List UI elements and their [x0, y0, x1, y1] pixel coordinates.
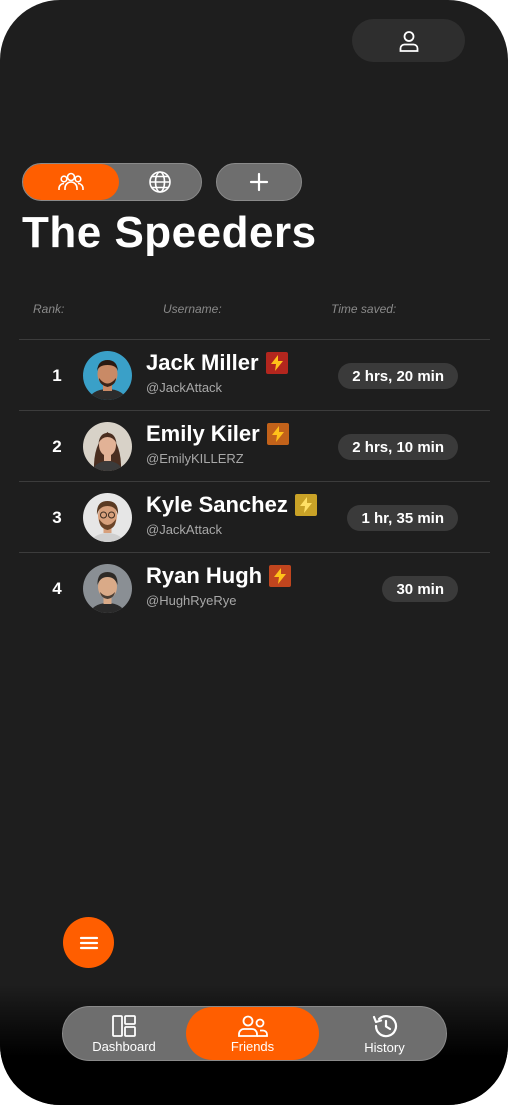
friends-scope-tab[interactable] — [23, 164, 119, 200]
lightning-badge-icon — [265, 352, 288, 374]
user-handle: @EmilyKILLERZ — [146, 451, 244, 466]
user-name: Kyle Sanchez — [146, 492, 288, 517]
bottom-navigation: Dashboard Friends History — [62, 1006, 447, 1061]
leaderboard-row[interactable]: 3 Kyle Sanchez @JackAttack 1 hr, 35 min — [19, 482, 490, 553]
nav-label: Friends — [230, 1038, 275, 1054]
lightning-badge-icon — [294, 494, 317, 516]
menu-icon — [79, 936, 98, 949]
user-name: Emily Kiler — [146, 421, 260, 446]
avatar — [83, 351, 132, 400]
dashboard-icon — [112, 1014, 136, 1037]
user-name-group: Emily Kiler — [146, 421, 289, 447]
rank-number: 2 — [52, 436, 62, 456]
username-column-header: Username: — [163, 302, 222, 316]
plus-icon — [249, 172, 269, 192]
avatar — [83, 564, 132, 613]
nav-label: Dashboard — [92, 1038, 156, 1054]
leaderboard-scope-toggle — [22, 163, 202, 201]
time-saved-badge: 1 hr, 35 min — [347, 505, 458, 531]
global-scope-tab[interactable] — [119, 164, 201, 200]
friends-icon — [237, 1015, 268, 1037]
group-icon — [58, 172, 84, 190]
user-icon — [399, 30, 418, 52]
user-name: Ryan Hugh — [146, 563, 263, 588]
rank-number: 1 — [52, 365, 62, 385]
time-saved-badge: 2 hrs, 10 min — [338, 434, 458, 460]
user-name-group: Jack Miller — [146, 350, 288, 376]
user-name-group: Ryan Hugh — [146, 563, 292, 589]
add-friend-button[interactable] — [216, 163, 302, 201]
profile-button[interactable] — [352, 19, 465, 62]
avatar — [83, 422, 132, 471]
leaderboard-row[interactable]: 4 Ryan Hugh @HughRyeRye 30 min — [19, 553, 490, 624]
time-column-header: Time saved: — [331, 302, 397, 316]
nav-dashboard[interactable]: Dashboard — [63, 1007, 185, 1060]
nav-label: History — [364, 1039, 405, 1055]
time-saved-badge: 2 hrs, 20 min — [338, 363, 458, 389]
user-name: Jack Miller — [146, 350, 259, 375]
user-handle: @JackAttack — [146, 522, 223, 537]
leaderboard-row[interactable]: 1 Jack Miller @JackAttack 2 hrs, 20 min — [19, 340, 490, 411]
lightning-badge-icon — [266, 423, 289, 445]
rank-number: 3 — [52, 507, 62, 527]
lightning-badge-icon — [269, 565, 292, 587]
rank-column-header: Rank: — [33, 302, 65, 316]
rank-number: 4 — [52, 578, 62, 598]
app-screen: The Speeders Rank: Username: Time saved:… — [0, 0, 508, 1105]
user-handle: @HughRyeRye — [146, 593, 237, 608]
page-title: The Speeders — [22, 208, 317, 257]
time-saved-badge: 30 min — [382, 576, 458, 602]
menu-button[interactable] — [63, 917, 114, 968]
history-icon — [372, 1014, 397, 1037]
user-handle: @JackAttack — [146, 380, 223, 395]
globe-icon — [149, 171, 171, 193]
nav-history[interactable]: History — [323, 1007, 446, 1060]
leaderboard-row[interactable]: 2 Emily Kiler @EmilyKILLERZ 2 hrs, 10 mi… — [19, 411, 490, 482]
nav-friends[interactable]: Friends — [186, 1007, 319, 1060]
avatar — [83, 493, 132, 542]
user-name-group: Kyle Sanchez — [146, 492, 317, 518]
